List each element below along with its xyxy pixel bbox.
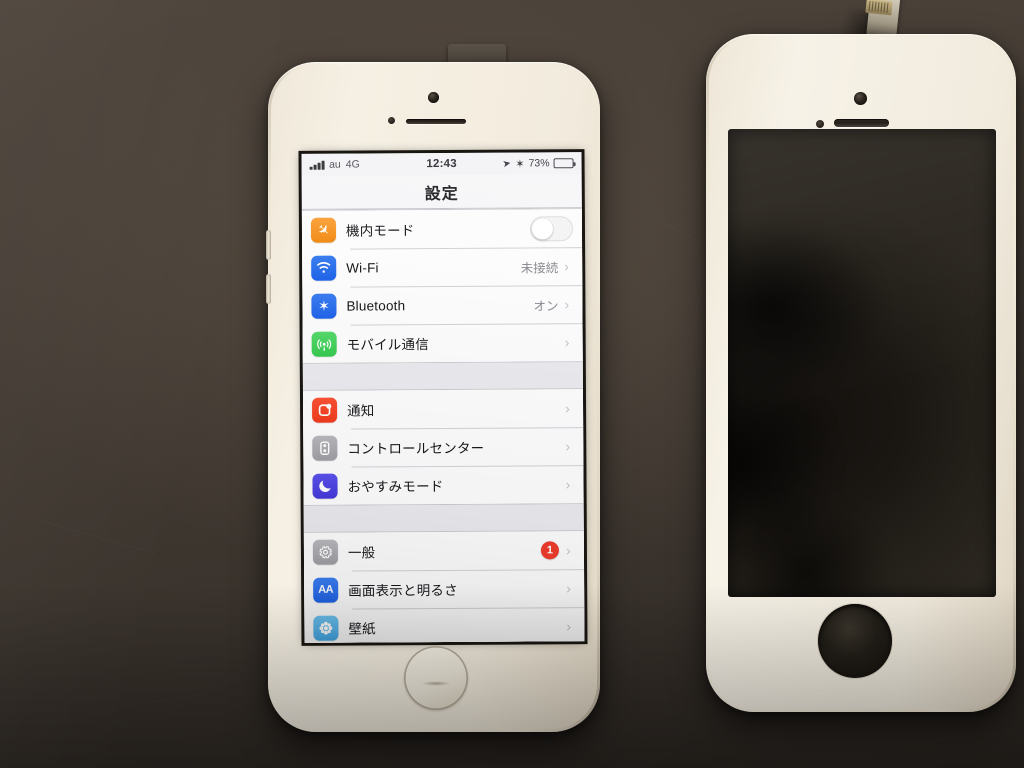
settings-group-separator bbox=[302, 362, 583, 390]
signal-bars-icon bbox=[309, 160, 325, 170]
settings-row-label: Bluetooth bbox=[346, 297, 406, 314]
chevron-right-icon: › bbox=[565, 476, 571, 493]
settings-group: 通知 › コントロールセンター › おやすみモード › bbox=[302, 388, 584, 506]
settings-group: ✈ 機内モード Wi-Fi 未接続 › ✶ Bluetooth オン › モバイル通信 › bbox=[301, 208, 583, 364]
desk-scratch bbox=[200, 100, 247, 139]
settings-row-value: オン bbox=[533, 298, 559, 313]
settings-list: ✈ 機内モード Wi-Fi 未接続 › ✶ Bluetooth オン › モバイル通信 › 通知 › コン… bbox=[301, 208, 585, 643]
display-icon: AA bbox=[313, 577, 339, 603]
settings-row[interactable]: AA 画面表示と明るさ › bbox=[304, 569, 585, 609]
location-arrow-icon: ➤ bbox=[502, 157, 513, 170]
volume-down-button[interactable] bbox=[266, 274, 271, 304]
bluetooth-icon: ✶ bbox=[515, 157, 525, 171]
right-screen-glass bbox=[728, 129, 996, 597]
settings-row[interactable]: モバイル通信 › bbox=[302, 323, 583, 363]
desk-scratch bbox=[640, 210, 702, 244]
wifi-icon bbox=[311, 255, 337, 281]
status-bar-left: au 4G bbox=[309, 158, 427, 171]
do-not-disturb-icon bbox=[312, 473, 338, 499]
settings-row[interactable]: 通知 › bbox=[302, 389, 584, 429]
settings-row[interactable]: Wi-Fi 未接続 › bbox=[302, 247, 583, 287]
settings-row[interactable]: ✈ 機内モード bbox=[301, 209, 583, 249]
wallpaper-icon bbox=[313, 615, 339, 641]
settings-row[interactable]: 一般 1 › bbox=[303, 531, 585, 571]
chevron-right-icon: › bbox=[566, 580, 571, 597]
home-button-cutout bbox=[818, 604, 892, 678]
chevron-right-icon: › bbox=[565, 542, 571, 559]
earpiece-speaker bbox=[834, 119, 889, 127]
clock-label: 12:43 bbox=[426, 157, 457, 171]
flex-cable-connector bbox=[865, 0, 893, 16]
settings-row[interactable]: 壁紙 › bbox=[304, 607, 585, 643]
battery-icon bbox=[553, 158, 574, 169]
carrier-label: au bbox=[329, 158, 341, 171]
settings-row-label: おやすみモード bbox=[347, 478, 444, 495]
airplane-icon: ✈ bbox=[310, 217, 337, 243]
chevron-right-icon: › bbox=[564, 334, 570, 351]
cellular-icon bbox=[311, 331, 337, 357]
chevron-right-icon: › bbox=[565, 400, 570, 417]
notification-badge: 1 bbox=[540, 541, 559, 560]
front-camera bbox=[854, 92, 867, 105]
settings-row-label: 壁紙 bbox=[348, 621, 376, 637]
desk-scratch bbox=[120, 693, 209, 707]
settings-row-label: モバイル通信 bbox=[346, 337, 429, 353]
front-camera bbox=[428, 92, 439, 103]
desk-scratch bbox=[930, 732, 1010, 741]
settings-row-label: Wi-Fi bbox=[346, 259, 379, 276]
chevron-right-icon: › bbox=[564, 258, 569, 275]
status-bar: au 4G 12:43 ➤ ✶ 73% bbox=[301, 152, 582, 176]
settings-row-label: 機内モード bbox=[345, 223, 415, 239]
earpiece-speaker bbox=[406, 119, 466, 124]
settings-row-label: 一般 bbox=[347, 545, 376, 561]
chevron-right-icon: › bbox=[565, 438, 571, 455]
toggle-switch[interactable] bbox=[529, 215, 574, 241]
notifications-icon bbox=[311, 397, 338, 423]
volume-up-button[interactable] bbox=[266, 230, 271, 260]
desk-scratch bbox=[40, 520, 156, 554]
settings-row-value: 未接続 bbox=[520, 260, 559, 276]
settings-row-label: 画面表示と明るさ bbox=[348, 582, 458, 599]
settings-group-separator bbox=[303, 504, 584, 532]
nav-bar-title: 設定 bbox=[301, 174, 582, 210]
settings-group: 一般 1 › AA 画面表示と明るさ › 壁紙 › bbox=[303, 530, 585, 643]
chevron-right-icon: › bbox=[566, 618, 572, 635]
settings-row[interactable]: ✶ Bluetooth オン › bbox=[302, 285, 583, 325]
settings-row[interactable]: コントロールセンター › bbox=[303, 427, 584, 467]
bluetooth-icon: ✶ bbox=[311, 293, 337, 319]
settings-row-label: 通知 bbox=[347, 403, 375, 419]
status-bar-right: ➤ ✶ 73% bbox=[457, 157, 574, 171]
proximity-sensor bbox=[816, 120, 824, 128]
iphone-screen: au 4G 12:43 ➤ ✶ 73% 設定 ✈ 機内モード Wi-Fi 未接続 › ✶ B… bbox=[301, 152, 585, 643]
gear-icon bbox=[312, 539, 339, 565]
chevron-right-icon: › bbox=[564, 296, 570, 313]
settings-row-label: コントロールセンター bbox=[347, 440, 485, 457]
battery-percent-label: 73% bbox=[528, 157, 550, 170]
proximity-sensor bbox=[388, 117, 395, 124]
control-center-icon bbox=[312, 435, 338, 461]
photo-scene: au 4G 12:43 ➤ ✶ 73% 設定 ✈ 機内モード Wi-Fi 未接続 › ✶ B… bbox=[0, 0, 1024, 768]
home-button[interactable] bbox=[404, 646, 468, 710]
settings-row[interactable]: おやすみモード › bbox=[303, 465, 584, 505]
network-type-label: 4G bbox=[345, 158, 360, 171]
